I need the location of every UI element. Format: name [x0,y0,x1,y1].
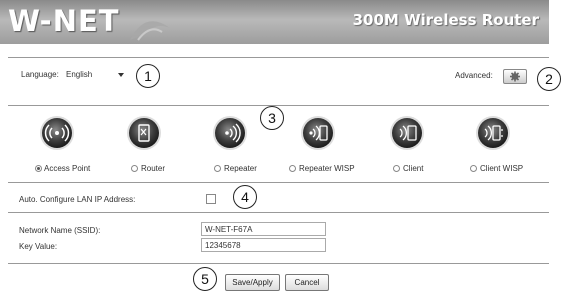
key-label: Key Value: [19,242,58,251]
divider [8,212,549,213]
divider [8,182,549,183]
header-banner: W-NET 300M Wireless Router [0,0,549,44]
language-label: Language: [21,70,59,79]
mode-radio-access-point[interactable] [35,165,42,172]
mode-label-repeater-wisp: Repeater WISP [299,164,355,173]
product-name: 300M Wireless Router [352,11,539,29]
mode-label-access-point: Access Point [44,164,91,173]
ssid-label: Network Name (SSID): [19,226,101,235]
callout-2: 2 [537,67,561,91]
banner-decoration [130,21,170,41]
mode-radio-router[interactable] [131,165,138,172]
mode-label-repeater: Repeater [224,164,257,173]
gear-icon [510,71,520,82]
mode-label-router: Router [141,164,166,173]
access-point-icon[interactable] [39,115,75,151]
mode-radio-repeater[interactable] [214,165,221,172]
advanced-label: Advanced: [455,71,493,80]
save-apply-button[interactable]: Save/Apply [225,274,280,291]
key-input[interactable]: 12345678 [201,238,326,252]
mode-radio-repeater-wisp[interactable] [289,165,296,172]
language-value: English [66,70,93,79]
callout-1: 1 [136,64,160,88]
divider [8,105,549,106]
client-wisp-icon[interactable] [475,115,511,151]
callout-4: 4 [233,185,257,209]
mode-radio-client[interactable] [393,165,400,172]
brand-logo: W-NET [8,4,120,38]
advanced-button[interactable] [503,69,527,84]
client-icon[interactable] [389,115,425,151]
mode-label-client: Client [403,164,424,173]
divider [8,263,549,264]
chevron-down-icon [118,73,124,77]
router-icon[interactable] [126,115,162,151]
repeater-wisp-icon[interactable] [300,115,336,151]
ssid-input[interactable]: W-NET-F67A [201,222,326,236]
lan-auto-label: Auto. Configure LAN IP Address: [19,195,136,204]
lan-auto-checkbox[interactable] [206,194,216,204]
callout-5: 5 [193,267,217,291]
cancel-button[interactable]: Cancel [285,274,329,291]
divider [8,57,549,58]
repeater-icon[interactable] [212,115,248,151]
mode-radio-client-wisp[interactable] [470,165,477,172]
mode-label-client-wisp: Client WISP [480,164,524,173]
callout-3: 3 [260,106,284,130]
language-select[interactable]: English [66,68,126,81]
